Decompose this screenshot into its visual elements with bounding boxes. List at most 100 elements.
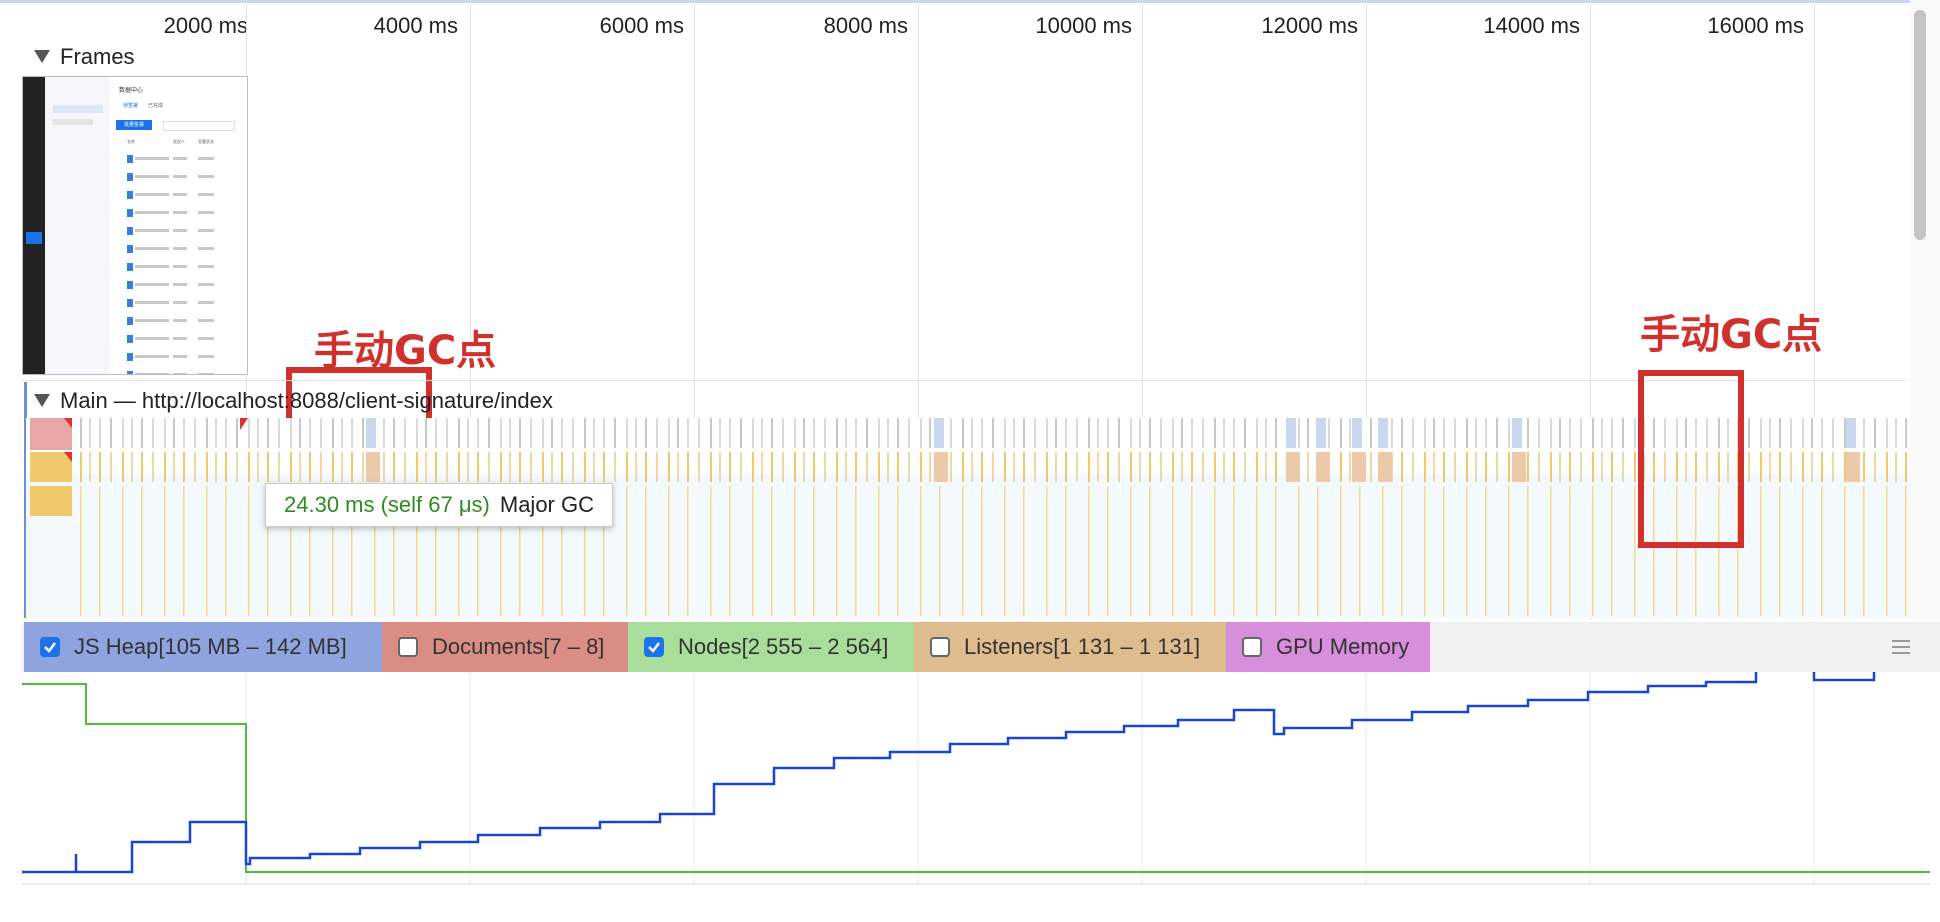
task-mark[interactable] [855,418,857,448]
gc-task-mark[interactable] [1846,418,1856,448]
script-mark[interactable] [887,452,889,482]
task-mark[interactable] [290,418,292,448]
task-mark[interactable] [404,418,406,448]
script-mark[interactable] [1550,452,1552,482]
task-mark[interactable] [542,418,544,448]
script-mark[interactable] [981,452,983,482]
task-mark[interactable] [1340,418,1342,448]
script-mark[interactable] [332,452,334,482]
task-mark[interactable] [887,418,889,448]
counter-gpu-memory[interactable]: GPU Memory [1226,622,1430,672]
script-mark[interactable] [1466,452,1468,482]
script-mark[interactable] [1191,452,1193,482]
memory-graph[interactable] [0,672,1940,922]
script-mark[interactable] [1769,452,1771,482]
task-mark[interactable] [1202,418,1204,448]
task-mark[interactable] [1811,418,1813,448]
script-mark[interactable] [530,452,532,482]
script-mark[interactable] [131,452,133,482]
task-mark[interactable] [1149,418,1151,448]
task-mark[interactable] [1802,418,1804,448]
script-mark[interactable] [824,452,826,482]
script-mark[interactable] [677,452,679,482]
script-mark[interactable] [488,452,490,482]
script-mark[interactable] [152,452,154,482]
script-mark[interactable] [950,452,952,482]
task-mark[interactable] [519,418,521,448]
script-mark[interactable] [80,452,82,482]
task-mark[interactable] [603,418,605,448]
task-mark[interactable] [341,418,343,448]
script-mark[interactable] [1748,452,1750,482]
checkbox-unchecked-icon[interactable] [1242,637,1262,657]
checkbox-unchecked-icon[interactable] [930,637,950,657]
script-mark[interactable] [1802,452,1804,482]
task-mark[interactable] [656,418,658,448]
task-mark[interactable] [458,418,460,448]
script-block[interactable] [30,486,72,516]
script-mark[interactable] [920,452,922,482]
script-mark[interactable] [1139,452,1141,482]
task-mark[interactable] [362,418,364,448]
script-mark[interactable] [1905,452,1907,482]
task-mark[interactable] [1191,418,1193,448]
script-mark[interactable] [1181,452,1183,482]
task-mark[interactable] [1601,418,1603,448]
script-mark[interactable] [1275,452,1277,482]
task-mark[interactable] [89,418,91,448]
script-mark[interactable] [878,452,880,482]
script-mark[interactable] [603,452,605,482]
task-mark[interactable] [1370,418,1372,448]
script-mark[interactable] [1443,452,1445,482]
script-mark[interactable] [320,452,322,482]
task-mark[interactable] [824,418,826,448]
task-mark[interactable] [593,418,595,448]
task-mark[interactable] [1401,418,1403,448]
task-mark[interactable] [1508,418,1510,448]
task-mark[interactable] [131,418,133,448]
task-mark[interactable] [1233,418,1235,448]
task-mark[interactable] [183,418,185,448]
script-mark[interactable] [194,452,196,482]
task-mark[interactable] [425,418,427,448]
script-mark[interactable] [1433,452,1435,482]
checkbox-checked-icon[interactable] [40,637,60,657]
script-mark[interactable] [89,452,91,482]
task-mark[interactable] [1034,418,1036,448]
checkbox-unchecked-icon[interactable] [398,637,418,657]
script-mark[interactable] [383,452,385,482]
task-mark[interactable] [1139,418,1141,448]
task-mark[interactable] [1895,418,1897,448]
gc-task-mark[interactable] [1512,418,1522,448]
task-mark[interactable] [897,418,899,448]
script-mark[interactable] [1895,452,1897,482]
task-mark[interactable] [446,418,448,448]
task-mark[interactable] [1886,418,1888,448]
script-mark[interactable] [1088,452,1090,482]
collapse-triangle-icon[interactable] [34,49,50,63]
script-mark[interactable] [1202,452,1204,482]
script-mark[interactable] [1424,452,1426,482]
script-mark[interactable] [1149,452,1151,482]
script-mark[interactable] [425,452,427,482]
task-mark[interactable] [278,418,280,448]
hamburger-menu-icon[interactable] [1892,640,1910,654]
script-block[interactable] [30,452,72,482]
script-mark[interactable] [1214,452,1216,482]
task-mark[interactable] [584,418,586,448]
gc-task-mark[interactable] [1378,418,1388,448]
task-mark[interactable] [1424,418,1426,448]
frame-thumbnail[interactable]: 数据中心 待签署 已完成 批量签署 名称 发起人 签署状态 [22,76,248,375]
task-mark[interactable] [110,418,112,448]
task-mark[interactable] [1097,418,1099,448]
task-mark[interactable] [626,418,628,448]
script-mark[interactable] [351,452,353,482]
script-mark[interactable] [794,452,796,482]
task-mark[interactable] [1412,418,1414,448]
script-mark[interactable] [1611,452,1613,482]
script-mark[interactable] [1496,452,1498,482]
gc-task-mark[interactable] [1286,418,1296,448]
task-mark[interactable] [1634,418,1636,448]
task-mark[interactable] [1538,418,1540,448]
task-mark[interactable] [1004,418,1006,448]
